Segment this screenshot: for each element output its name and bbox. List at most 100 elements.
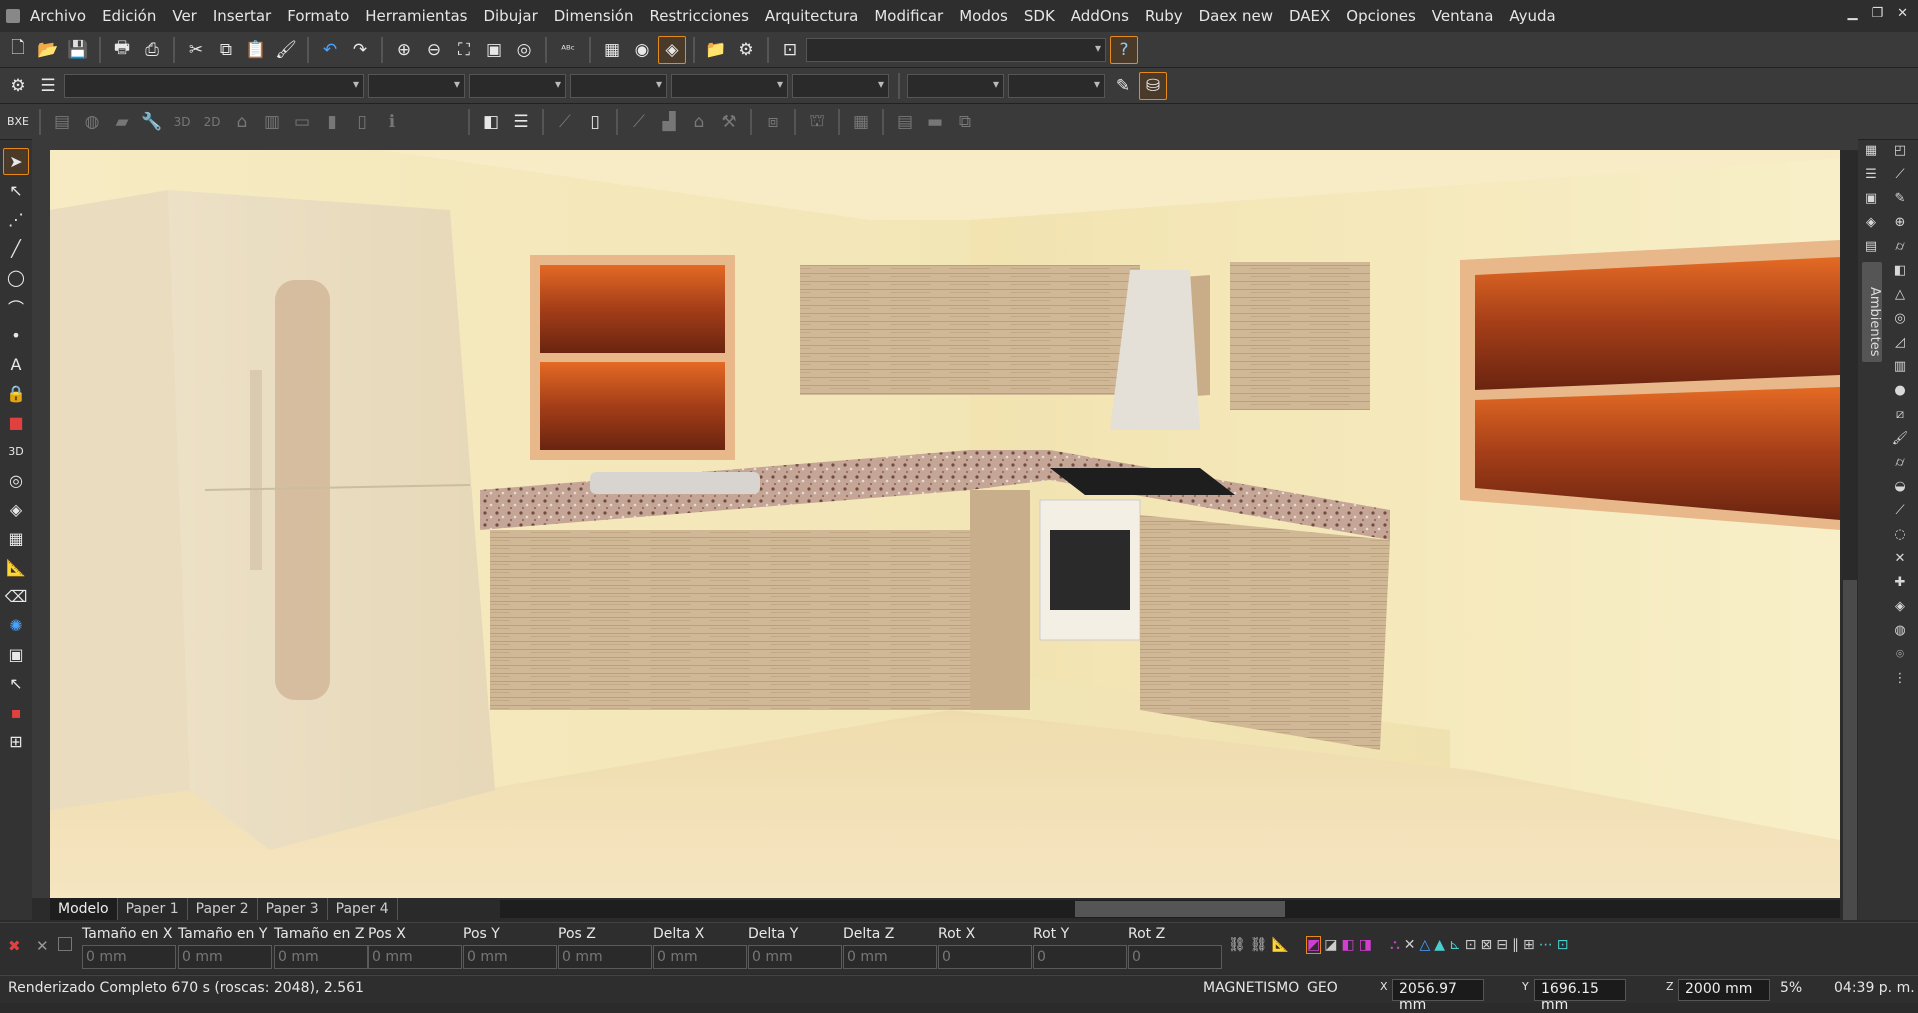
tab-modelo[interactable]: Modelo <box>50 898 118 920</box>
snap-apparent-icon[interactable]: ⊟ <box>1496 937 1508 953</box>
house-icon[interactable]: ⌂ <box>228 108 256 136</box>
wedge-icon[interactable]: ◿ <box>1890 332 1910 353</box>
cone-icon[interactable]: △ <box>1890 284 1910 305</box>
section-icon[interactable]: ⧈ <box>759 108 787 136</box>
wrench-icon[interactable]: 🔧 <box>138 108 166 136</box>
design-center-icon[interactable]: 📁 <box>702 36 730 64</box>
3d-viewport[interactable] <box>50 150 1840 898</box>
vertical-scroll-thumb[interactable] <box>1843 580 1857 920</box>
y-coordinate[interactable]: 1696.15 mm <box>1534 979 1626 1013</box>
copy-icon[interactable]: ⧉ <box>212 36 240 64</box>
snap-grid-icon[interactable]: ⊞ <box>1523 937 1535 953</box>
menu-sdk[interactable]: SDK <box>1016 0 1063 32</box>
rot-y-input[interactable]: 0 <box>1033 945 1127 969</box>
menu-ventana[interactable]: Ventana <box>1424 0 1502 32</box>
view-2d-button[interactable]: 2D <box>198 108 226 136</box>
snap-insert-icon[interactable]: ▲ <box>1434 937 1445 953</box>
cross-icon[interactable]: ✚ <box>1890 572 1910 593</box>
cursor-plus-icon[interactable]: ↖ <box>3 670 29 697</box>
pen-icon[interactable]: ✎ <box>1890 188 1910 209</box>
snap-endpoint-icon[interactable]: ◩ <box>1305 936 1322 954</box>
roof-icon[interactable]: ⌂ <box>685 108 713 136</box>
snap-quadrant-icon[interactable]: ⛬ <box>1390 937 1400 953</box>
point-icon[interactable]: • <box>3 322 29 349</box>
pencil-icon[interactable]: ✎ <box>1109 72 1137 100</box>
stair-icon[interactable]: ⟋ <box>551 108 579 136</box>
print-icon[interactable]: 🖶 <box>108 36 136 64</box>
step-icon[interactable]: ▟ <box>655 108 683 136</box>
cube-solid-icon[interactable]: ◈ <box>1890 596 1910 617</box>
spell-check-icon[interactable]: ᴬᴮᶜ <box>554 36 582 64</box>
snap-chain-icon[interactable]: ⛓ <box>1250 937 1268 953</box>
linetype-combo[interactable] <box>469 73 566 98</box>
command-combo[interactable] <box>806 37 1106 62</box>
tab-paper-3[interactable]: Paper 3 <box>258 898 328 920</box>
brush-icon[interactable]: 🖌 <box>1890 428 1910 449</box>
view-3d-button[interactable]: 3D <box>168 108 196 136</box>
pos-y-input[interactable]: 0 mm <box>463 945 557 969</box>
viewport-icon[interactable]: ▣ <box>3 641 29 668</box>
menu-ayuda[interactable]: Ayuda <box>1501 0 1563 32</box>
print-preview-icon[interactable]: ⎙ <box>138 36 166 64</box>
layers-panel-icon[interactable]: ☰ <box>1861 164 1881 185</box>
layers-icon[interactable]: ☰ <box>34 72 62 100</box>
geo-toggle[interactable]: GEO <box>1307 980 1338 996</box>
open-folder-icon[interactable]: 📂 <box>34 36 62 64</box>
plan-icon[interactable]: ▬ <box>921 108 949 136</box>
tab-paper-1[interactable]: Paper 1 <box>118 898 188 920</box>
zoom-extents-icon[interactable]: ⛶ <box>450 36 478 64</box>
color-combo[interactable] <box>368 73 465 98</box>
smart-pick-icon[interactable]: ↖ <box>3 177 29 204</box>
grid-snap-icon[interactable]: ⊞ <box>3 728 29 755</box>
cylinder2-icon[interactable]: ⌭ <box>1890 452 1910 473</box>
size-y-input[interactable]: 0 mm <box>178 945 272 969</box>
snap-midpoint-icon[interactable]: ◪ <box>1324 937 1337 953</box>
match-properties-icon[interactable]: 🖌 <box>272 36 300 64</box>
snap-track-icon[interactable]: ⊡ <box>1557 937 1569 953</box>
polyline-icon[interactable]: ⋰ <box>3 206 29 233</box>
snap-tangent-icon[interactable]: ⊡ <box>1465 937 1477 953</box>
horizontal-scroll-thumb[interactable] <box>1075 901 1285 917</box>
eraser-icon[interactable]: ⌫ <box>3 583 29 610</box>
menu-dimension[interactable]: Dimensión <box>546 0 642 32</box>
stack-icon[interactable]: ☰ <box>507 108 535 136</box>
dimstyle-combo[interactable] <box>907 73 1004 98</box>
menu-daex-new[interactable]: Daex new <box>1191 0 1281 32</box>
tab-paper-4[interactable]: Paper 4 <box>328 898 398 920</box>
circle-icon[interactable]: ◯ <box>3 264 29 291</box>
snap-node-icon[interactable]: ◨ <box>1359 937 1372 953</box>
box-icon[interactable]: ◧ <box>477 108 505 136</box>
size-x-input[interactable]: 0 mm <box>82 945 176 969</box>
select-arrow-icon[interactable]: ➤ <box>3 148 29 175</box>
bxe-button[interactable]: BXE <box>4 108 32 136</box>
zoom-window-icon[interactable]: ▣ <box>480 36 508 64</box>
arc-icon[interactable]: ⌒ <box>3 293 29 320</box>
save-icon[interactable]: 💾 <box>64 36 92 64</box>
schedule-icon[interactable]: ▦ <box>847 108 875 136</box>
app-icon[interactable] <box>6 9 20 23</box>
undo-icon[interactable]: ↶ <box>316 36 344 64</box>
ring-icon[interactable]: ◌ <box>1890 524 1910 545</box>
3d-icon[interactable]: 3D <box>3 438 29 465</box>
minimize-icon[interactable]: ▁ <box>1847 6 1857 21</box>
shell-icon[interactable]: ▥ <box>1890 356 1910 377</box>
lineweight-combo[interactable] <box>570 73 667 98</box>
materials-panel-icon[interactable]: ◈ <box>1861 212 1881 233</box>
surface-icon[interactable]: ▰ <box>108 108 136 136</box>
menu-dibujar[interactable]: Dibujar <box>475 0 545 32</box>
grid-icon[interactable]: ▦ <box>598 36 626 64</box>
tool-icon[interactable]: ✖ <box>8 937 21 955</box>
snap-link-icon[interactable]: ⛓ <box>1228 937 1246 953</box>
knife-icon[interactable]: ⟋ <box>1890 500 1910 521</box>
building-icon[interactable]: ▥ <box>258 108 286 136</box>
cap-icon[interactable]: ◒ <box>1890 476 1910 497</box>
line-icon[interactable]: ╱ <box>3 235 29 262</box>
menu-herramientas[interactable]: Herramientas <box>357 0 475 32</box>
menu-edicion[interactable]: Edición <box>94 0 164 32</box>
sphere-icon[interactable]: ◍ <box>78 108 106 136</box>
menu-ver[interactable]: Ver <box>164 0 205 32</box>
redo-icon[interactable]: ↷ <box>346 36 374 64</box>
cube-icon[interactable]: ◈ <box>3 496 29 523</box>
menu-archivo[interactable]: Archivo <box>22 0 94 32</box>
snap-extension-icon[interactable]: △ <box>1419 937 1430 953</box>
